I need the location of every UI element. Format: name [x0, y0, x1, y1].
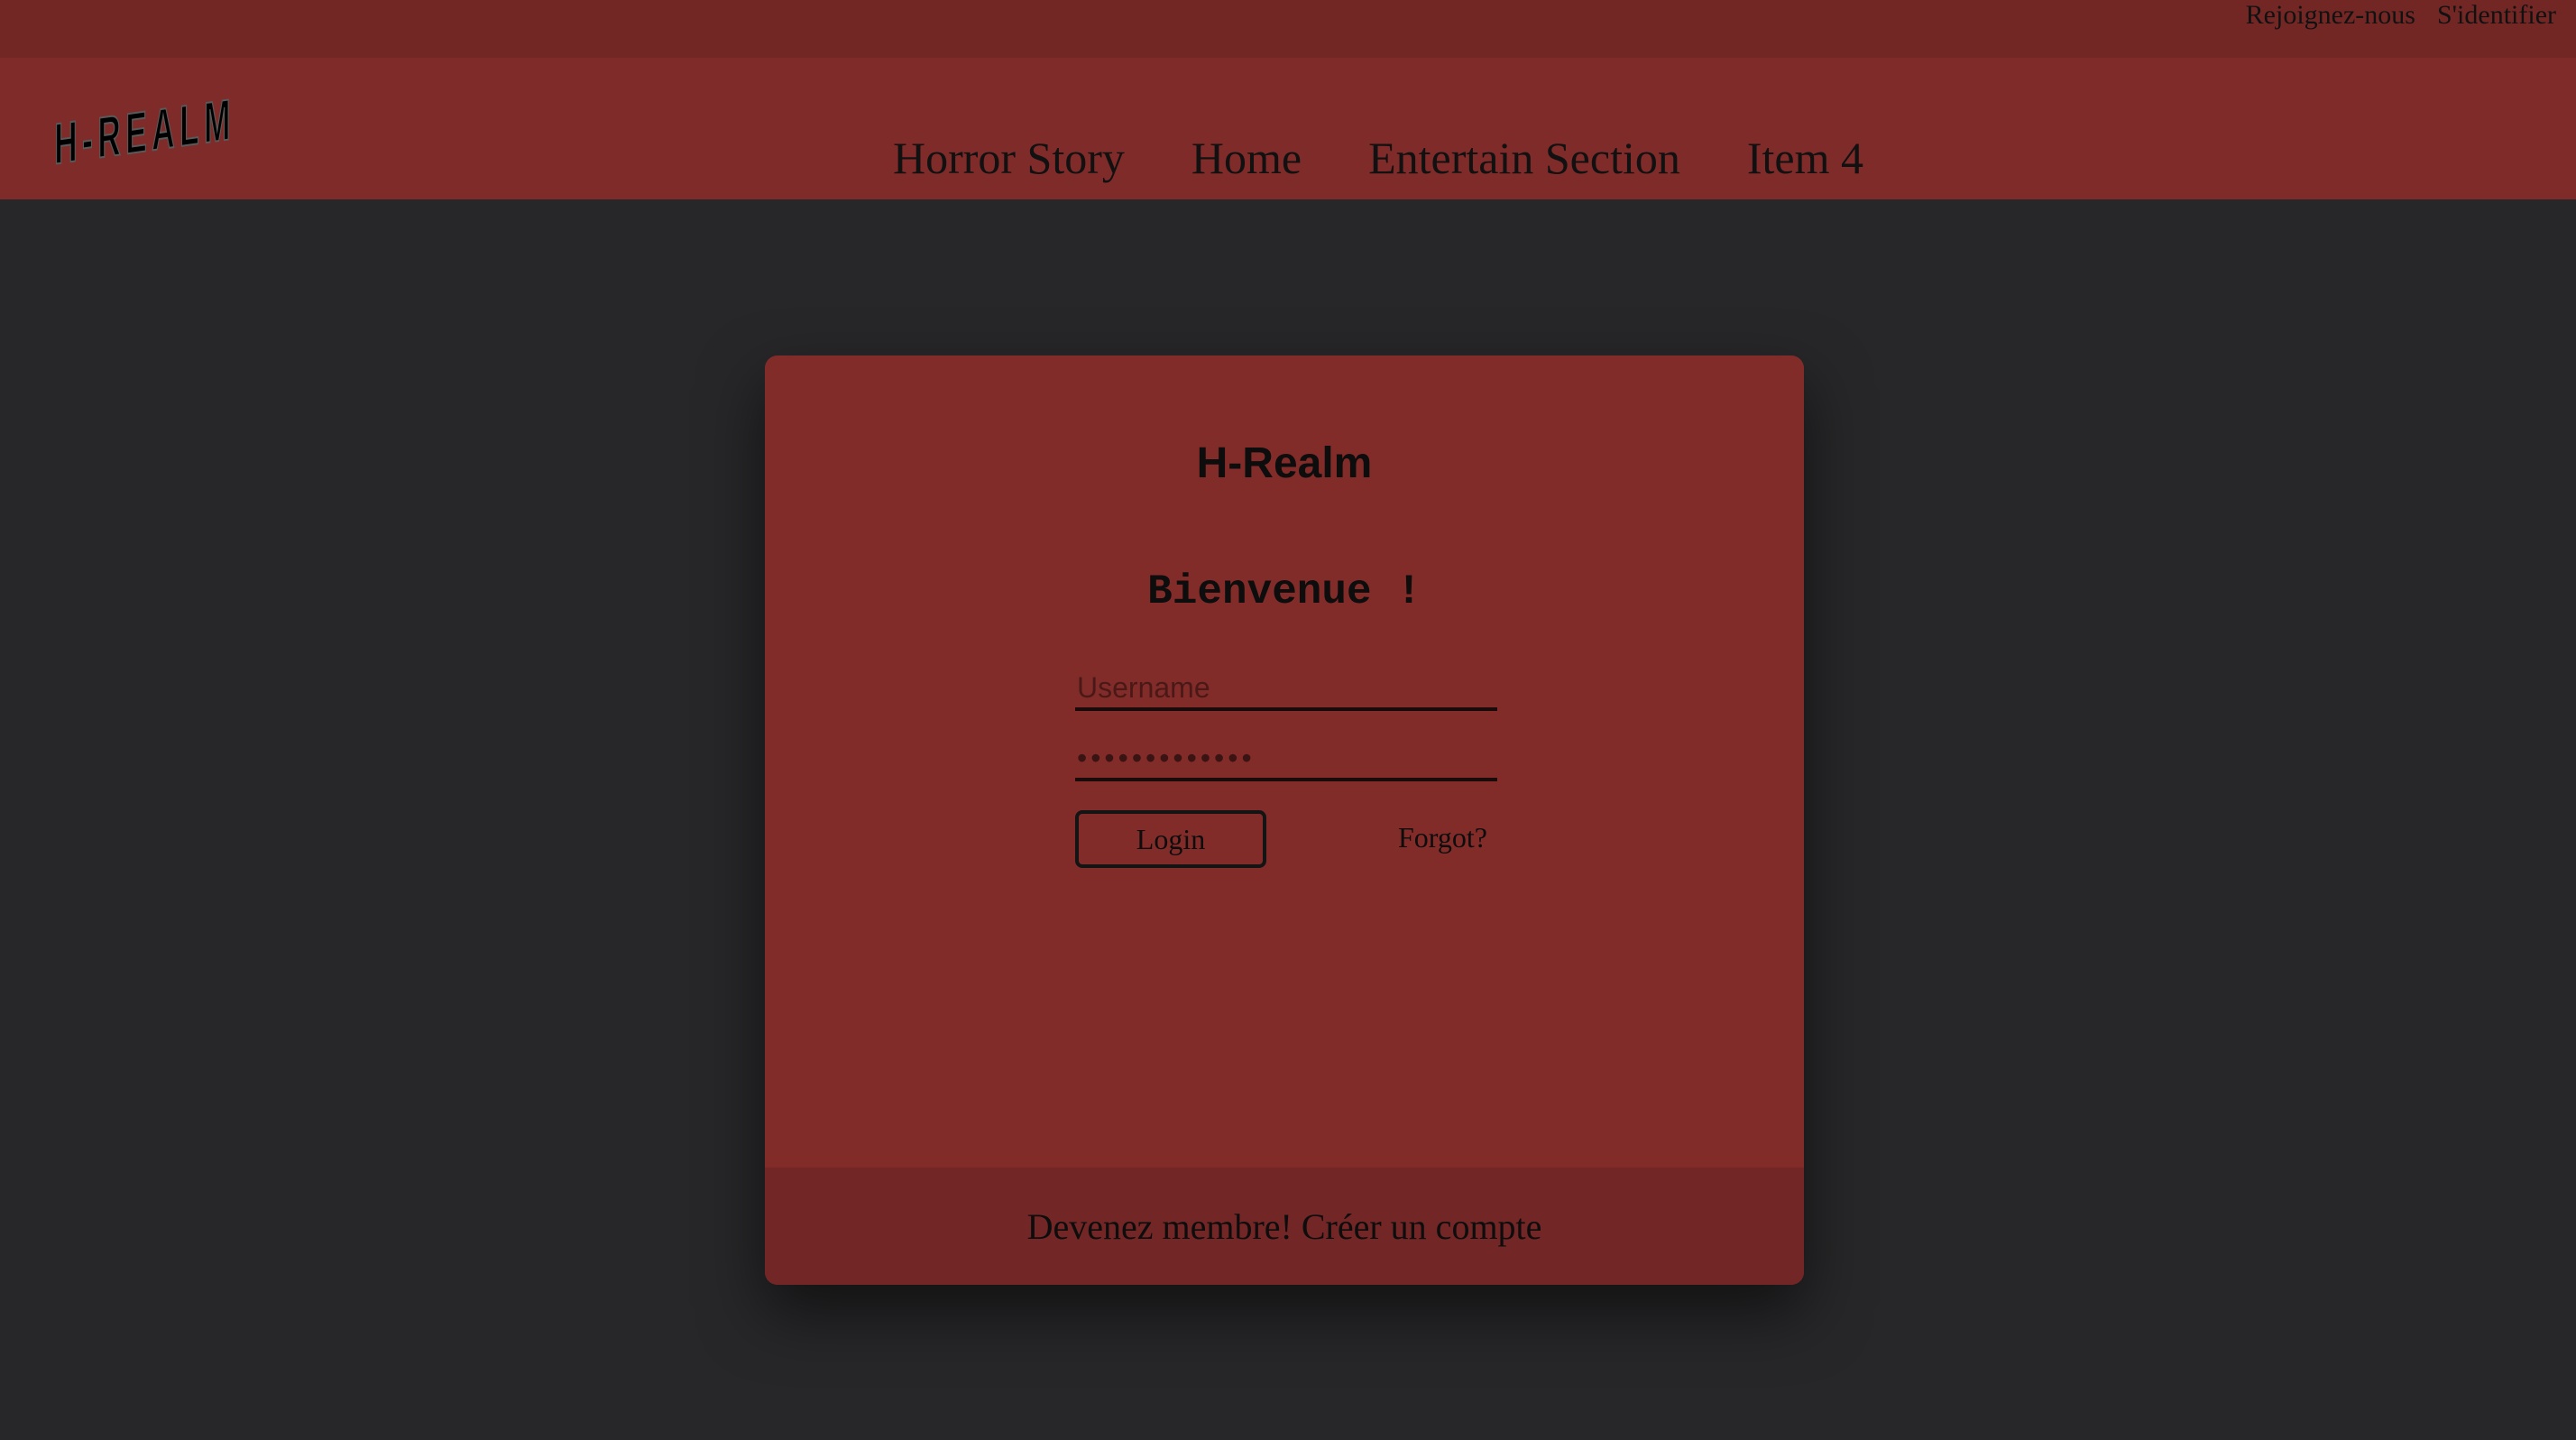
welcome-heading: Bienvenue !	[1147, 568, 1421, 615]
logo-text: H-REALM	[54, 86, 235, 173]
h-realm-logo[interactable]: H-REALM	[52, 83, 251, 177]
nav-item-entertain-section[interactable]: Entertain Section	[1368, 132, 1680, 184]
forgot-password-link[interactable]: Forgot?	[1398, 821, 1487, 854]
card-brand-title: H-Realm	[1196, 439, 1373, 487]
account-links: Rejoignez-nous S'identifier	[2246, 0, 2556, 31]
nav-item-home[interactable]: Home	[1191, 132, 1302, 184]
top-strip: Rejoignez-nous S'identifier	[0, 0, 2576, 58]
card-footer: Devenez membre! Créer un compte	[765, 1168, 1804, 1285]
logo-wordmark: H-REALM	[53, 86, 235, 177]
nav-item-item-4[interactable]: Item 4	[1747, 132, 1863, 184]
password-input[interactable]	[1075, 738, 1497, 781]
login-card: H-Realm Bienvenue ! Login Forgot? Devene…	[765, 355, 1804, 1285]
main-navbar: H-REALM Horror Story Home Entertain Sect…	[0, 58, 2576, 199]
login-button[interactable]: Login	[1075, 810, 1266, 868]
primary-nav: Horror Story Home Entertain Section Item…	[893, 132, 1863, 184]
signin-link[interactable]: S'identifier	[2437, 0, 2556, 31]
nav-item-horror-story[interactable]: Horror Story	[893, 132, 1125, 184]
create-account-link[interactable]: Devenez membre! Créer un compte	[1027, 1205, 1542, 1248]
join-link[interactable]: Rejoignez-nous	[2246, 0, 2415, 31]
username-input[interactable]	[1075, 668, 1497, 711]
